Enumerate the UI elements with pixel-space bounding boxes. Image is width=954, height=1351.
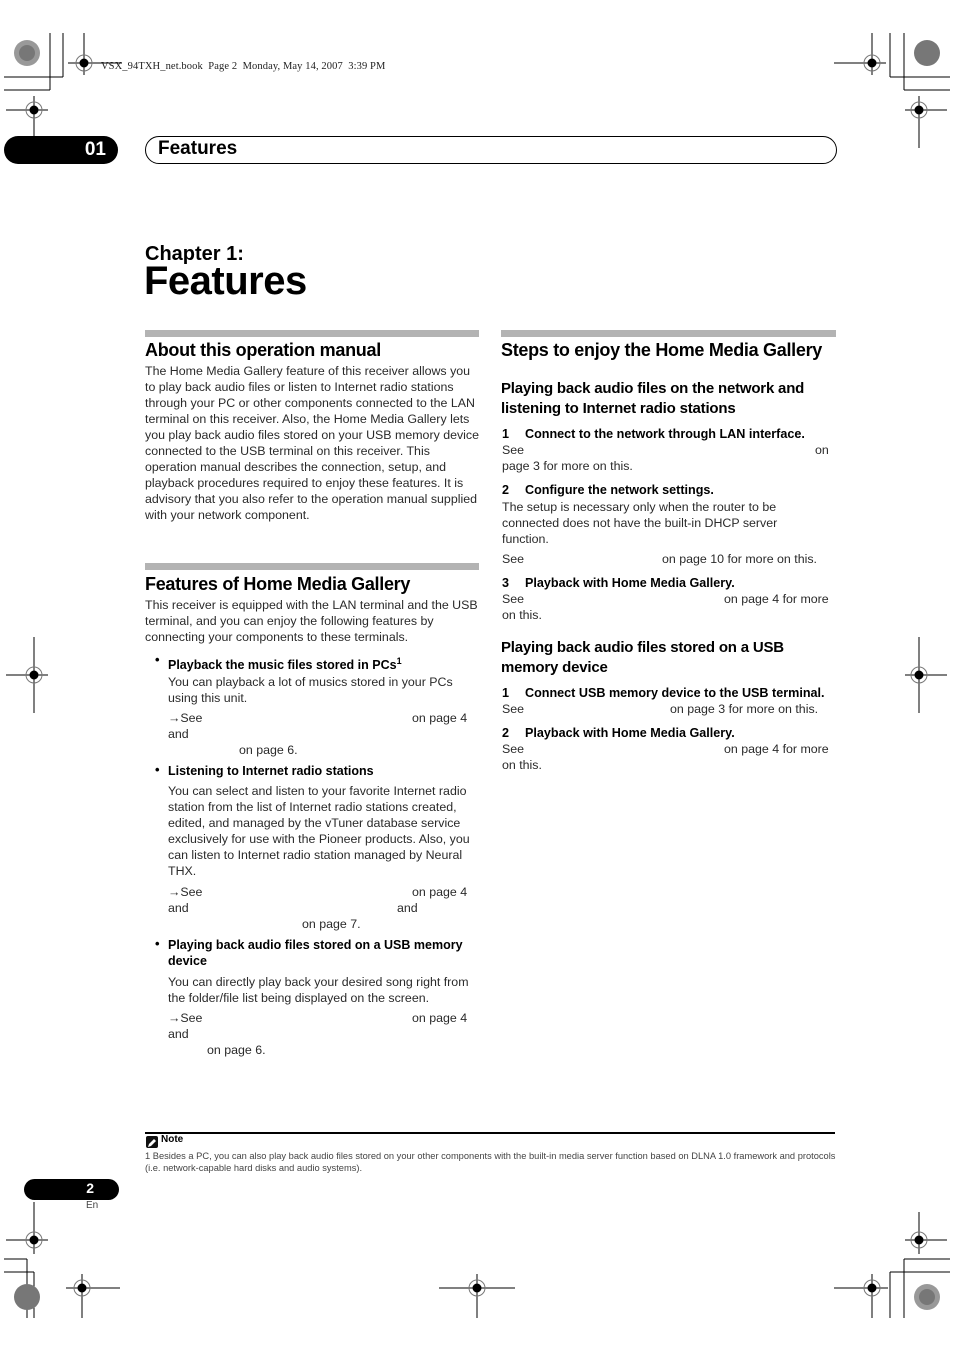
page-number: 2: [86, 1180, 94, 1196]
steps-heading: Steps to enjoy the Home Media Gallery: [501, 340, 822, 360]
step-title: 1 Connect to the network through LAN inte…: [502, 427, 805, 441]
feature-title-text: Playback the music files stored in PCs: [168, 658, 397, 673]
step-number: 2: [502, 483, 510, 497]
ref-page[interactable]: on: [815, 443, 829, 457]
bullet: •: [155, 936, 160, 951]
footnote-ref[interactable]: 1: [397, 656, 402, 666]
about-text: The Home Media Gallery feature of this r…: [145, 364, 480, 522]
ref-see: →See: [168, 711, 203, 725]
note-pencil-icon: [146, 1136, 158, 1148]
page-number-tab: 2: [24, 1179, 119, 1200]
network-subheading: Playing back audio files on the network …: [501, 380, 805, 417]
section-rule: [145, 330, 479, 337]
ref-tail: on this.: [502, 758, 542, 772]
ref-see: See: [502, 552, 525, 566]
ref-and: and: [168, 901, 189, 915]
step-text: Connect to the network through LAN inter…: [525, 427, 805, 441]
step-desc: The setup is necessary only when the rou…: [502, 500, 778, 546]
usb-subheading: Playing back audio files stored on a USB…: [501, 639, 784, 676]
features-intro: This receiver is equipped with the LAN t…: [145, 598, 478, 644]
feature-item-title: Playing back audio files stored on a USB…: [168, 938, 463, 968]
ref-page[interactable]: on page 4 for more: [724, 592, 829, 606]
feature-item-title: Playback the music files stored in PCs1: [168, 653, 402, 673]
step-number: 1: [502, 427, 510, 441]
ref-and: and: [168, 727, 189, 741]
bullet: •: [155, 762, 160, 777]
bullet: •: [155, 652, 160, 667]
ref-page[interactable]: on page 10 for more on this.: [662, 552, 817, 566]
note-text: 1 Besides a PC, you can also play back a…: [145, 1151, 836, 1173]
features-heading: Features of Home Media Gallery: [145, 574, 411, 594]
ref-see: See: [502, 592, 525, 606]
ref-page[interactable]: on page 7.: [302, 917, 361, 931]
ref-see: →See: [168, 885, 203, 899]
ref-see: See: [502, 742, 525, 756]
ref-page[interactable]: on page 4: [412, 1011, 467, 1025]
feature-item-desc: You can directly play back your desired …: [168, 975, 469, 1005]
ref-and: and: [168, 1027, 189, 1041]
step-text: Playback with Home Media Gallery.: [525, 726, 735, 740]
print-header: VSX_94TXH_net.book Page 2 Monday, May 14…: [101, 61, 386, 72]
feature-item-title: Listening to Internet radio stations: [168, 764, 374, 778]
language-code: En: [86, 1200, 99, 1211]
feature-item-desc: You can playback a lot of musics stored …: [168, 675, 453, 705]
step-number: 2: [502, 726, 510, 740]
note-divider: [145, 1132, 835, 1134]
ref-tail: on this.: [502, 608, 542, 622]
step-text: Connect USB memory device to the USB ter…: [525, 686, 825, 700]
feature-item-desc: You can select and listen to your favori…: [168, 784, 470, 878]
chapter-number-tab: 01: [4, 136, 118, 164]
step-title: 1 Connect USB memory device to the USB te…: [502, 686, 825, 700]
ref-tail[interactable]: page 3 for more on this.: [502, 459, 633, 473]
ref-page[interactable]: on page 4: [412, 711, 467, 725]
section-title-bar: Features: [145, 136, 837, 164]
step-number: 3: [502, 576, 510, 590]
about-body: The Home Media Gallery feature of this r…: [145, 363, 483, 523]
ref-page[interactable]: on page 6.: [239, 743, 298, 757]
step-text: Playback with Home Media Gallery.: [525, 576, 735, 590]
step-text: Configure the network settings.: [525, 483, 714, 497]
step-title: 3 Playback with Home Media Gallery.: [502, 576, 735, 590]
step-number: 1: [502, 686, 510, 700]
note-label: Note: [161, 1134, 184, 1145]
chapter-number: 01: [84, 139, 106, 160]
section-title: Features: [158, 138, 238, 159]
about-heading: About this operation manual: [145, 340, 381, 360]
section-rule: [501, 330, 836, 337]
ref-and: and: [397, 901, 418, 915]
ref-page[interactable]: on page 3 for more on this.: [670, 702, 818, 716]
section-rule: [145, 563, 479, 570]
ref-page[interactable]: on page 4: [412, 885, 467, 899]
step-title: 2 Playback with Home Media Gallery.: [502, 726, 735, 740]
ref-page[interactable]: on page 4 for more: [724, 742, 829, 756]
ref-see: →See: [168, 1011, 203, 1025]
step-title: 2 Configure the network settings.: [502, 483, 714, 497]
ref-see: See: [502, 443, 525, 457]
ref-see: See: [502, 702, 525, 716]
ref-page[interactable]: on page 6.: [207, 1043, 266, 1057]
chapter-title: Features: [144, 259, 307, 303]
